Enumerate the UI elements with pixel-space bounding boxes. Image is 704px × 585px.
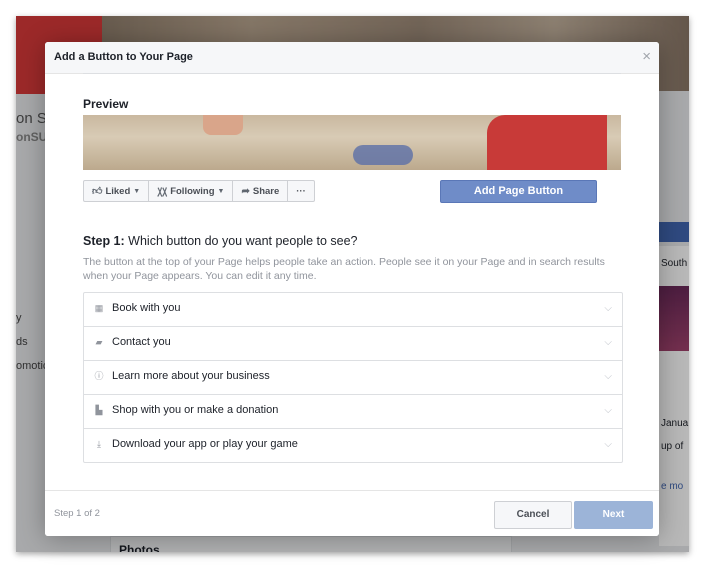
option-contact-you[interactable]: ▰ Contact you ⌵ xyxy=(84,327,622,361)
rss-icon: 〷 xyxy=(157,187,168,199)
option-label: Contact you xyxy=(112,336,171,348)
following-label: Following xyxy=(170,185,215,197)
divider xyxy=(83,73,621,74)
add-page-button[interactable]: Add Page Button xyxy=(440,180,597,203)
option-download-app[interactable]: ⤓ Download your app or play your game ⌵ xyxy=(84,429,622,462)
add-button-dialog: Add a Button to Your Page × Preview 👍︎ L… xyxy=(45,42,659,536)
option-book-with-you[interactable]: ▦ Book with you ⌵ xyxy=(84,293,622,327)
step-description: The button at the top of your Page helps… xyxy=(83,256,605,282)
info-icon: ⓘ xyxy=(94,371,104,381)
chevron-down-icon: ⌵ xyxy=(604,371,612,382)
step-title: Step 1: Which button do you want people … xyxy=(83,234,358,248)
chevron-down-icon: ⌵ xyxy=(604,337,612,348)
close-icon[interactable]: × xyxy=(642,48,651,66)
option-label: Download your app or play your game xyxy=(112,438,298,450)
liked-button[interactable]: 👍︎ Liked ▼ xyxy=(84,181,150,201)
chat-icon: ▰ xyxy=(95,337,103,347)
share-label: Share xyxy=(252,185,280,197)
liked-label: Liked xyxy=(105,185,131,197)
following-button[interactable]: 〷 Following ▼ xyxy=(149,181,234,201)
dialog-title: Add a Button to Your Page xyxy=(54,51,193,63)
option-label: Shop with you or make a donation xyxy=(112,404,279,416)
option-label: Learn more about your business xyxy=(112,370,270,382)
button-options-list: ▦ Book with you ⌵ ▰ Contact you ⌵ ⓘ Lear… xyxy=(83,292,623,463)
chevron-down-icon: ▼ xyxy=(217,187,225,195)
photo-detail xyxy=(487,115,607,170)
page-action-bar: 👍︎ Liked ▼ 〷 Following ▼ ➦ Share ··· xyxy=(83,180,315,202)
shopping-bag-icon: ▙ xyxy=(95,405,103,415)
preview-heading: Preview xyxy=(83,97,129,111)
option-learn-more[interactable]: ⓘ Learn more about your business ⌵ xyxy=(84,361,622,395)
dialog-header: Add a Button to Your Page × xyxy=(45,42,659,74)
option-label: Book with you xyxy=(112,302,181,314)
more-options-button[interactable]: ··· xyxy=(288,181,314,201)
preview-cover-photo xyxy=(83,115,621,170)
chevron-down-icon: ⌵ xyxy=(604,439,612,450)
chevron-down-icon: ⌵ xyxy=(604,303,612,314)
next-button[interactable]: Next xyxy=(574,501,653,529)
photo-detail xyxy=(353,145,413,165)
chevron-down-icon: ⌵ xyxy=(604,405,612,416)
share-arrow-icon: ➦ xyxy=(241,185,250,197)
cancel-button[interactable]: Cancel xyxy=(494,501,572,529)
photo-detail xyxy=(203,115,243,135)
step-question: Which button do you want people to see? xyxy=(128,234,358,248)
option-shop-donate[interactable]: ▙ Shop with you or make a donation ⌵ xyxy=(84,395,622,429)
download-icon: ⤓ xyxy=(97,439,101,449)
dialog-footer: Step 1 of 2 Cancel Next xyxy=(45,490,659,536)
step-prefix: Step 1: xyxy=(83,234,125,248)
step-count: Step 1 of 2 xyxy=(54,508,100,519)
thumbs-up-icon: 👍︎ xyxy=(92,186,103,197)
calendar-icon: ▦ xyxy=(94,303,104,313)
share-button[interactable]: ➦ Share xyxy=(233,181,289,201)
chevron-down-icon: ▼ xyxy=(133,187,141,195)
